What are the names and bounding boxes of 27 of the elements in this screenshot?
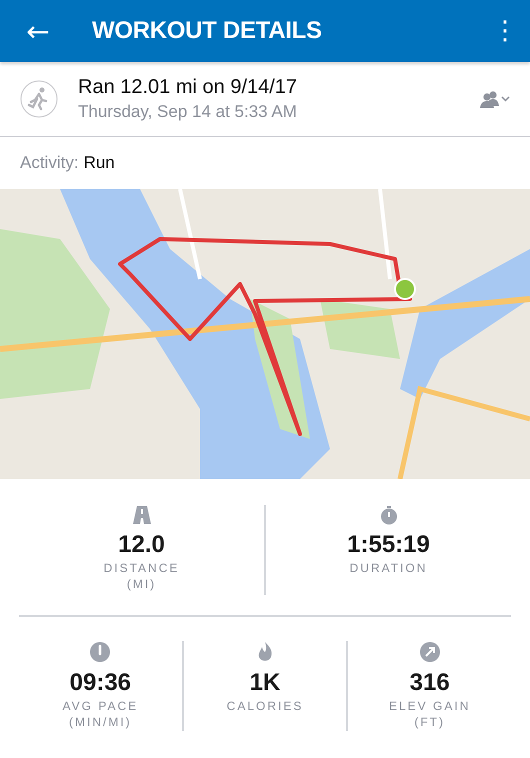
stat-label: AVG PACE	[62, 699, 138, 713]
stat-value: 1:55:19	[347, 531, 430, 559]
flame-icon	[256, 641, 274, 663]
road-icon	[132, 505, 152, 525]
activity-value: Run	[84, 153, 115, 173]
stat-value: 09:36	[70, 669, 132, 697]
stat-unit: (MI)	[126, 577, 156, 591]
menu-button[interactable]: ⋮	[490, 16, 520, 46]
stat-value: 1K	[250, 669, 280, 697]
stat-label: DURATION	[350, 561, 428, 575]
stat-label: DISTANCE	[104, 561, 180, 575]
stat-label: CALORIES	[226, 699, 304, 713]
workout-title: Ran 12.01 mi on 9/14/17	[78, 76, 298, 99]
back-button[interactable]: ←	[18, 14, 58, 48]
stopwatch-icon	[378, 505, 398, 525]
stat-value: 316	[410, 669, 450, 697]
activity-label: Activity:	[20, 153, 79, 173]
speedometer-icon	[89, 641, 112, 663]
stat-unit: (FT)	[414, 715, 445, 729]
stat-label: ELEV GAIN	[389, 699, 470, 713]
privacy-dropdown[interactable]	[478, 89, 512, 109]
workout-date: Thursday, Sep 14 at 5:33 AM	[78, 102, 298, 122]
people-icon	[478, 89, 512, 109]
stat-unit: (MIN/MI)	[69, 715, 132, 729]
runner-icon	[20, 80, 58, 118]
screen-title: WORKOUT DETAILS	[92, 17, 323, 45]
stat-value: 12.0	[118, 531, 165, 559]
